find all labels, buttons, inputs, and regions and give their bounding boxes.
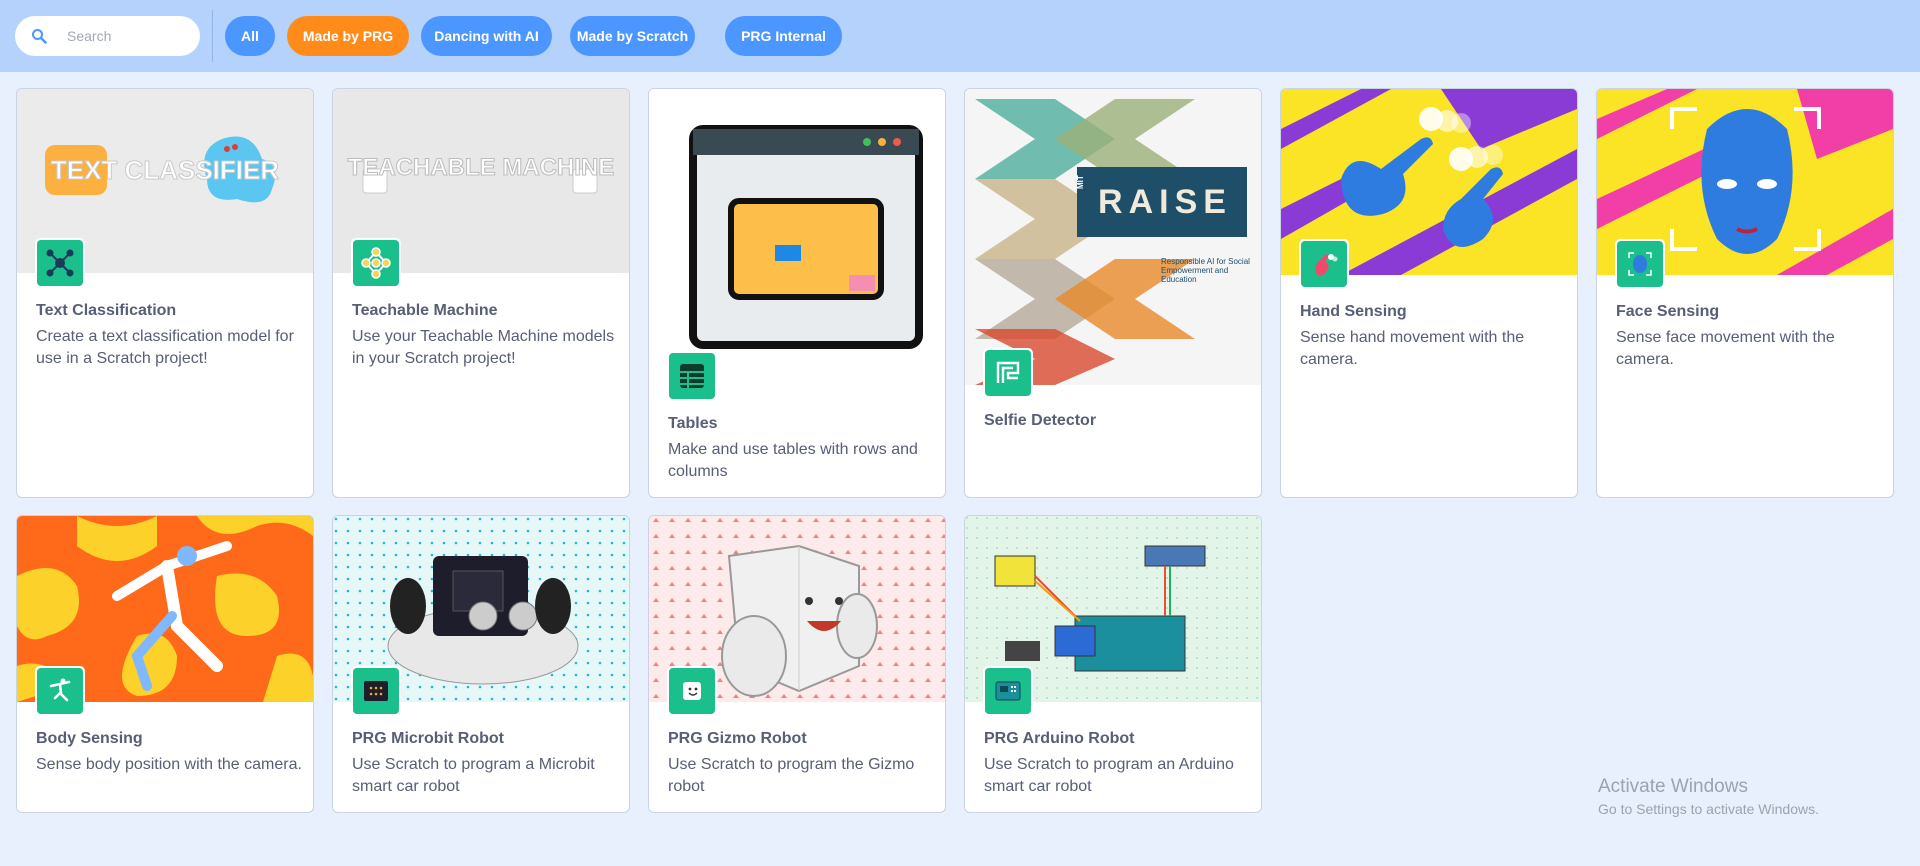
network-icon xyxy=(35,238,85,288)
search-input[interactable] xyxy=(65,27,189,45)
card-title: PRG Arduino Robot xyxy=(984,730,1135,747)
search-icon xyxy=(32,29,47,44)
divider xyxy=(212,10,213,62)
extension-card-body-sensing[interactable]: Body Sensing Sense body position with th… xyxy=(16,515,314,813)
activate-windows-title: Activate Windows xyxy=(1598,776,1748,797)
card-description: Sense body position with the camera. xyxy=(36,756,302,773)
art-raise-text: RAISE xyxy=(1098,183,1232,221)
extension-card-prg-microbit-robot[interactable]: PRG Microbit Robot Use Scratch to progra… xyxy=(332,515,630,813)
filter-bar: All Made by PRG Dancing with AI Made by … xyxy=(0,0,1920,72)
card-title: Face Sensing xyxy=(1616,303,1720,320)
art-raise-subtitle: Responsible AI for Social Empowerment an… xyxy=(1161,257,1250,284)
card-description: Sense face movement with the camera. xyxy=(1616,329,1835,368)
card-description: Make and use tables with rows and column… xyxy=(668,441,918,480)
art-text-classifier: TEXT CLASSIFIER xyxy=(51,155,279,185)
card-title: Body Sensing xyxy=(36,730,143,747)
card-title: Selfie Detector xyxy=(984,412,1097,429)
filter-made-by-scratch[interactable]: Made by Scratch xyxy=(570,16,695,56)
card-title: PRG Microbit Robot xyxy=(352,730,504,747)
table-icon xyxy=(667,351,717,401)
gizmo-icon xyxy=(667,666,717,716)
tables-artwork xyxy=(649,89,945,385)
selfie-icon xyxy=(983,348,1033,398)
filter-dancing-with-ai[interactable]: Dancing with AI xyxy=(421,16,552,56)
raise-artwork: MIT RAISE Responsible AI for Social Empo… xyxy=(965,89,1261,385)
card-description: Create a text classification model for u… xyxy=(36,328,294,367)
microbit-icon xyxy=(351,666,401,716)
card-description: Use Scratch to program an Arduino smart … xyxy=(984,756,1234,795)
card-title: Teachable Machine xyxy=(352,302,498,319)
card-description: Use Scratch to program a Microbit smart … xyxy=(352,756,595,795)
card-description: Sense hand movement with the camera. xyxy=(1300,329,1525,368)
extension-card-text-classification[interactable]: TEXT CLASSIFIER Text Classification Crea… xyxy=(16,88,314,498)
hand-icon xyxy=(1299,239,1349,289)
filter-all[interactable]: All xyxy=(225,16,275,56)
extension-card-teachable-machine[interactable]: TEACHABLE MACHINE Teachable Machine Use … xyxy=(332,88,630,498)
extension-card-selfie-detector[interactable]: MIT RAISE Responsible AI for Social Empo… xyxy=(964,88,1262,498)
filter-prg-internal[interactable]: PRG Internal xyxy=(725,16,842,56)
card-title: Text Classification xyxy=(36,302,177,319)
face-icon xyxy=(1615,239,1665,289)
card-description: Use your Teachable Machine models in you… xyxy=(352,328,615,367)
network-icon xyxy=(351,238,401,288)
extension-card-face-sensing[interactable]: Face Sensing Sense face movement with th… xyxy=(1596,88,1894,498)
card-title: Tables xyxy=(668,415,718,432)
filter-made-by-prg[interactable]: Made by PRG xyxy=(287,16,409,56)
extension-card-tables[interactable]: Tables Make and use tables with rows and… xyxy=(648,88,946,498)
card-title: PRG Gizmo Robot xyxy=(668,730,807,747)
extension-card-hand-sensing[interactable]: Hand Sensing Sense hand movement with th… xyxy=(1280,88,1578,498)
art-text-teachable: TEACHABLE MACHINE xyxy=(348,154,615,181)
activate-windows-subtitle: Go to Settings to activate Windows. xyxy=(1598,801,1819,817)
card-description: Use Scratch to program the Gizmo robot xyxy=(668,756,915,795)
extension-card-prg-gizmo-robot[interactable]: PRG Gizmo Robot Use Scratch to program t… xyxy=(648,515,946,813)
arduino-icon xyxy=(983,666,1033,716)
search-box[interactable] xyxy=(15,16,200,56)
art-mit-text: MIT xyxy=(1076,175,1085,189)
card-title: Hand Sensing xyxy=(1300,303,1407,320)
extension-card-prg-arduino-robot[interactable]: PRG Arduino Robot Use Scratch to program… xyxy=(964,515,1262,813)
body-icon xyxy=(35,666,85,716)
